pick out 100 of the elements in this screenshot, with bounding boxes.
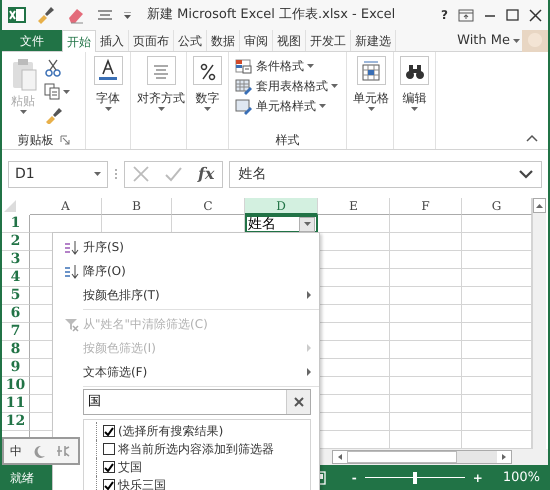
ribbon-button[interactable]: 单元格 — [351, 56, 391, 131]
scroll-left-icon[interactable] — [333, 451, 347, 463]
column-header[interactable]: E — [318, 198, 390, 215]
name-box[interactable]: D1 — [8, 160, 108, 188]
ribbon-tab[interactable]: 审阅 — [240, 30, 273, 51]
menu-item[interactable]: 按颜色排序(T) — [53, 283, 319, 307]
table-cell[interactable] — [390, 359, 462, 377]
menu-item[interactable]: 降序(O) — [53, 259, 319, 283]
table-cell[interactable] — [462, 395, 532, 413]
checkbox[interactable] — [103, 425, 115, 437]
scissors-icon[interactable] — [44, 59, 62, 77]
table-cell[interactable] — [390, 251, 462, 269]
zoom-out-button[interactable]: - — [352, 468, 357, 486]
row-header[interactable]: 11 — [2, 395, 30, 413]
ribbon-tab[interactable]: 新建选 — [351, 30, 396, 51]
enter-icon[interactable] — [165, 166, 182, 182]
customize-caret-icon[interactable] — [124, 12, 131, 18]
table-cell[interactable] — [390, 323, 462, 341]
table-cell[interactable] — [462, 341, 532, 359]
table-cell[interactable] — [462, 215, 532, 233]
column-header[interactable]: A — [30, 198, 102, 215]
table-cell[interactable] — [390, 305, 462, 323]
formula-field[interactable]: 姓名 — [229, 160, 542, 188]
ribbon-button[interactable]: 套用表格格式 — [233, 76, 340, 96]
checkbox-label[interactable]: (选择所有搜索结果) — [118, 422, 224, 440]
table-cell[interactable] — [390, 269, 462, 287]
table-cell[interactable] — [390, 341, 462, 359]
column-header[interactable]: C — [172, 198, 245, 215]
ribbon-button[interactable]: 对齐方式 — [135, 56, 187, 131]
table-cell[interactable] — [462, 323, 532, 341]
scroll-right-icon[interactable] — [497, 451, 511, 463]
insert-function-button[interactable]: fx — [198, 162, 214, 186]
column-header[interactable]: G — [462, 198, 532, 215]
zoom-in-button[interactable]: + — [472, 468, 483, 486]
editing-button[interactable]: 编辑 — [398, 56, 431, 131]
clear-search-button[interactable] — [286, 390, 310, 414]
checkbox[interactable] — [103, 443, 115, 455]
punctuation-icon[interactable] — [56, 444, 70, 458]
row-header[interactable]: 6 — [2, 305, 30, 323]
file-tab[interactable]: 文件 — [2, 30, 62, 51]
row-header[interactable]: 4 — [2, 269, 30, 287]
account-button[interactable]: With Me — [455, 30, 522, 51]
table-cell[interactable] — [462, 269, 532, 287]
copy-icon[interactable] — [44, 83, 60, 100]
column-header[interactable]: D — [245, 198, 318, 215]
search-field[interactable]: 国 — [83, 389, 311, 415]
menu-item[interactable]: 文本筛选(F) — [53, 360, 319, 384]
checkbox[interactable] — [103, 479, 115, 490]
row-header[interactable]: 2 — [2, 233, 30, 251]
table-cell[interactable] — [462, 305, 532, 323]
table-cell[interactable] — [390, 377, 462, 395]
help-button[interactable]: ? — [441, 6, 448, 24]
ribbon-tab[interactable]: 开始 — [62, 30, 96, 52]
table-cell[interactable] — [462, 359, 532, 377]
ribbon-tab[interactable]: 开发工 — [306, 30, 351, 51]
format-painter-icon[interactable] — [44, 106, 62, 124]
ribbon-display-icon[interactable] — [458, 8, 474, 22]
expand-icon[interactable] — [519, 169, 533, 179]
cancel-icon[interactable] — [133, 166, 149, 182]
moon-icon[interactable] — [32, 444, 46, 458]
row-header[interactable]: 5 — [2, 287, 30, 305]
ime-mode[interactable]: 中 — [10, 442, 22, 460]
table-cell[interactable] — [390, 233, 462, 251]
collapse-ribbon-icon[interactable] — [526, 134, 538, 143]
row-header[interactable]: 1 — [2, 215, 30, 233]
row-header[interactable]: 3 — [2, 251, 30, 269]
ribbon-button[interactable]: 数字 — [191, 56, 224, 131]
table-cell[interactable] — [318, 215, 390, 233]
zoom-slider-thumb[interactable] — [412, 472, 417, 484]
zoom-level[interactable]: 100% — [502, 468, 540, 488]
table-cell[interactable] — [462, 377, 532, 395]
ribbon-tab[interactable]: 插入 — [96, 30, 129, 51]
row-header[interactable]: 10 — [2, 377, 30, 395]
ribbon-tab[interactable]: 视图 — [273, 30, 306, 51]
column-header[interactable]: B — [102, 198, 172, 215]
ribbon-tab[interactable]: 公式 — [174, 30, 207, 51]
brush-icon[interactable] — [36, 5, 56, 25]
dialog-launcher-icon[interactable] — [60, 135, 70, 145]
ribbon-button[interactable]: 单元格样式 — [233, 96, 340, 116]
ribbon-tab[interactable]: 数据 — [207, 30, 240, 51]
scroll-up-icon[interactable] — [533, 198, 546, 213]
table-cell[interactable] — [390, 215, 462, 233]
table-cell[interactable] — [462, 413, 532, 431]
table-cell[interactable] — [462, 251, 532, 269]
row-header[interactable]: 7 — [2, 323, 30, 341]
maximize-icon[interactable] — [506, 8, 519, 22]
ribbon-button[interactable]: 字体 — [92, 56, 124, 131]
row-header[interactable]: 12 — [2, 413, 30, 431]
table-cell[interactable] — [462, 287, 532, 305]
scrollbar-thumb[interactable] — [347, 451, 457, 463]
app-logo-icon[interactable] — [8, 5, 26, 25]
close-icon[interactable] — [529, 8, 542, 22]
table-cell[interactable] — [390, 287, 462, 305]
ribbon-button[interactable]: 条件格式 — [233, 56, 340, 76]
table-cell[interactable] — [390, 395, 462, 413]
checkbox-label[interactable]: 将当前所选内容添加到筛选器 — [118, 440, 274, 458]
table-cell[interactable] — [390, 413, 462, 431]
row-header[interactable]: 8 — [2, 341, 30, 359]
table-cell[interactable] — [462, 233, 532, 251]
checkbox-label[interactable]: 艾国 — [118, 458, 142, 476]
